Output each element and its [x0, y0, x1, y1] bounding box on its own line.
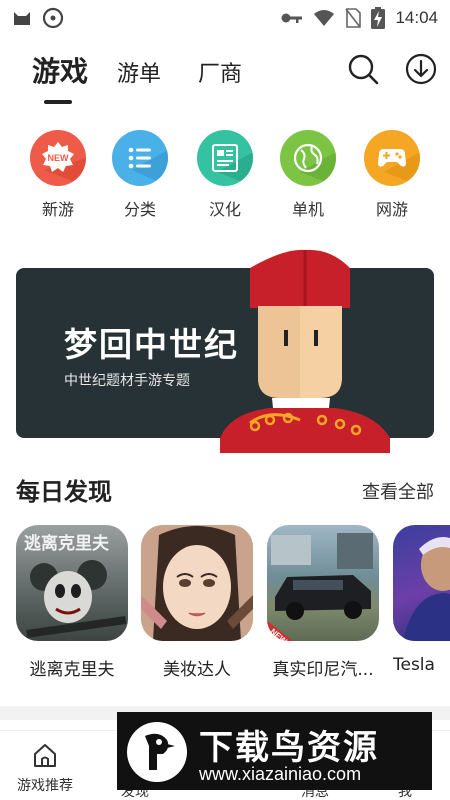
category-label: 网游	[375, 200, 408, 219]
tab-game-lists[interactable]: 游单	[117, 56, 161, 88]
watermark-url: www.xiazainiao.com	[199, 764, 362, 784]
banner-subtitle: 中世纪题材手游专题	[64, 373, 190, 389]
category-label: 新游	[41, 200, 74, 219]
list-icon	[112, 130, 168, 186]
view-all-link[interactable]: 查看全部	[362, 478, 434, 504]
record-icon	[42, 7, 64, 29]
battery-charging-icon	[371, 7, 386, 29]
game-thumbnail: NEW	[267, 525, 379, 641]
game-card[interactable]: 逃离克里夫 逃离克里夫	[16, 525, 128, 680]
bottom-nav-home[interactable]: 游戏推荐	[0, 741, 90, 795]
key-icon	[281, 13, 303, 23]
home-icon	[34, 744, 56, 767]
status-bar: 14:04	[0, 0, 450, 36]
category-online[interactable]: 网游	[357, 130, 427, 220]
svg-text:NEW: NEW	[48, 153, 70, 163]
category-row: NEW 新游 分类 汉化 单机 网游	[0, 130, 450, 230]
thumb-text: 逃离克里夫	[24, 533, 110, 554]
category-label: 汉化	[208, 200, 241, 219]
status-left	[12, 7, 64, 29]
new-badge-icon: NEW	[30, 130, 86, 186]
active-tab-indicator	[44, 100, 72, 104]
category-localized[interactable]: 汉化	[190, 130, 260, 220]
new-badge: NEW	[269, 627, 289, 641]
watermark-title: 下载鸟资源	[199, 728, 379, 768]
tab-vendors[interactable]: 厂商	[198, 56, 242, 88]
top-nav: 游戏 游单 厂商	[0, 44, 450, 114]
bottom-nav-label: 游戏推荐	[17, 778, 73, 794]
wifi-icon	[314, 10, 335, 26]
no-sim-icon	[345, 8, 362, 28]
download-icon[interactable]	[404, 52, 438, 86]
game-thumbnail	[393, 525, 450, 641]
game-card[interactable]: Tesla	[393, 525, 450, 675]
status-right: 14:04	[281, 7, 438, 29]
game-name: 逃离克里夫	[29, 660, 115, 680]
globe-icon	[280, 130, 336, 186]
daily-games-list: 逃离克里夫 逃离克里夫 美妆达人 NEW 真实印尼汽... Tesla	[16, 525, 450, 685]
category-new[interactable]: NEW 新游	[23, 130, 93, 220]
bird-logo-icon	[127, 722, 187, 782]
game-thumbnail: 逃离克里夫	[16, 525, 128, 641]
category-label: 单机	[291, 200, 324, 219]
translate-icon	[197, 130, 253, 186]
daily-discover-header: 每日发现 查看全部	[16, 472, 434, 508]
tab-games[interactable]: 游戏	[32, 50, 88, 90]
search-icon[interactable]	[346, 52, 380, 86]
game-thumbnail	[141, 525, 253, 641]
game-name: 真实印尼汽...	[272, 660, 374, 680]
category-classify[interactable]: 分类	[105, 130, 175, 220]
category-single-player[interactable]: 单机	[273, 130, 343, 220]
medieval-character-illustration	[220, 249, 390, 453]
section-title: 每日发现	[16, 478, 112, 506]
gamepad-icon	[364, 130, 420, 186]
site-watermark: 下载鸟资源 www.xiazainiao.com	[117, 712, 432, 790]
game-name: 美妆达人	[163, 660, 231, 680]
game-name: Tesla	[393, 655, 435, 675]
status-time: 14:04	[395, 8, 438, 27]
game-card[interactable]: NEW 真实印尼汽...	[267, 525, 379, 680]
game-card[interactable]: 美妆达人	[141, 525, 253, 680]
cat-app-icon	[14, 12, 30, 25]
category-label: 分类	[123, 200, 156, 219]
